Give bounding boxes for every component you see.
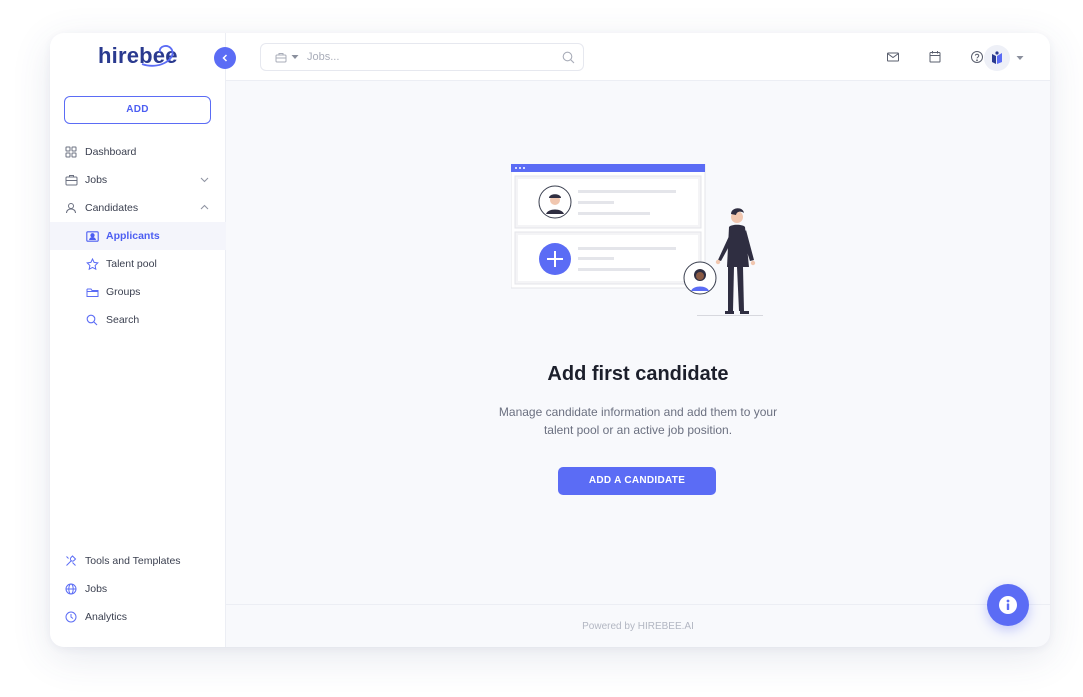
sidebar-item-label: Jobs [85, 583, 108, 595]
empty-state-title: Add first candidate [547, 363, 729, 385]
caret-down-icon[interactable] [1016, 55, 1024, 61]
sidebar-item-tools-and-templates[interactable]: Tools and Templates [50, 547, 226, 575]
sidebar: hirebee ADD Dashboard Jobs Candidates Ap… [50, 33, 226, 647]
sidebar-item-label: Groups [106, 286, 141, 298]
top-bar [226, 33, 1050, 81]
collapse-sidebar-button[interactable] [214, 47, 236, 69]
mail-icon[interactable] [886, 50, 900, 64]
star-icon [85, 257, 99, 271]
sidebar-item-label: Tools and Templates [85, 555, 181, 567]
user-avatar-icon [992, 51, 1002, 64]
chevron-up-icon[interactable] [199, 202, 210, 213]
sidebar-item-label: Search [106, 314, 140, 326]
sidebar-bottom-nav: Tools and Templates Jobs Analytics [50, 547, 226, 631]
briefcase-icon [275, 52, 287, 62]
sidebar-item-label: Applicants [106, 230, 160, 242]
sidebar-item-groups[interactable]: Groups [50, 278, 226, 306]
sidebar-item-label: Candidates [85, 202, 139, 214]
info-button[interactable] [987, 584, 1029, 626]
sidebar-item-search[interactable]: Search [50, 306, 226, 334]
calendar-icon[interactable] [928, 50, 942, 64]
logo[interactable]: hirebee [98, 43, 178, 71]
search-input[interactable] [307, 51, 547, 63]
sidebar-item-label: Jobs [85, 174, 108, 186]
footer: Powered by HIREBEE.AI [226, 604, 1050, 647]
main-content: Add first candidate Manage candidate inf… [226, 81, 1050, 605]
avatar[interactable] [984, 45, 1010, 71]
clock-icon [64, 610, 78, 624]
empty-state-description: Manage candidate information and add the… [498, 405, 778, 437]
info-icon [999, 596, 1017, 614]
add-candidate-button[interactable]: ADD A CANDIDATE [558, 467, 716, 495]
empty-state-illustration [511, 164, 763, 316]
sidebar-item-candidates[interactable]: Candidates [50, 194, 226, 222]
sidebar-item-applicants[interactable]: Applicants [50, 222, 226, 250]
id-card-icon [85, 229, 99, 243]
app-window: hirebee ADD Dashboard Jobs Candidates Ap… [50, 33, 1050, 647]
briefcase-icon [64, 173, 78, 187]
caret-down-icon[interactable] [291, 54, 299, 60]
sidebar-item-label: Talent pool [106, 258, 157, 270]
sidebar-item-talent-pool[interactable]: Talent pool [50, 250, 226, 278]
user-menu[interactable] [984, 45, 1024, 71]
sidebar-item-label: Analytics [85, 611, 128, 623]
logo-swoosh-icon [141, 45, 174, 67]
search-icon[interactable] [562, 51, 575, 64]
sidebar-item-label: Dashboard [85, 146, 137, 158]
help-icon[interactable] [970, 50, 984, 64]
sidebar-nav: Dashboard Jobs Candidates Applicants Tal… [50, 138, 226, 334]
search-bar[interactable] [260, 43, 584, 71]
sidebar-item-jobs[interactable]: Jobs [50, 166, 226, 194]
sidebar-item-analytics[interactable]: Analytics [50, 603, 226, 631]
add-button[interactable]: ADD [64, 96, 211, 124]
sidebar-item-dashboard[interactable]: Dashboard [50, 138, 226, 166]
chevron-down-icon[interactable] [199, 174, 210, 185]
user-icon [64, 201, 78, 215]
sidebar-item-jobs-site[interactable]: Jobs [50, 575, 226, 603]
folder-icon [85, 285, 99, 299]
grid-icon [64, 145, 78, 159]
tools-icon [64, 554, 78, 568]
globe-icon [64, 582, 78, 596]
search-icon [85, 313, 99, 327]
chevron-left-icon [222, 54, 228, 62]
